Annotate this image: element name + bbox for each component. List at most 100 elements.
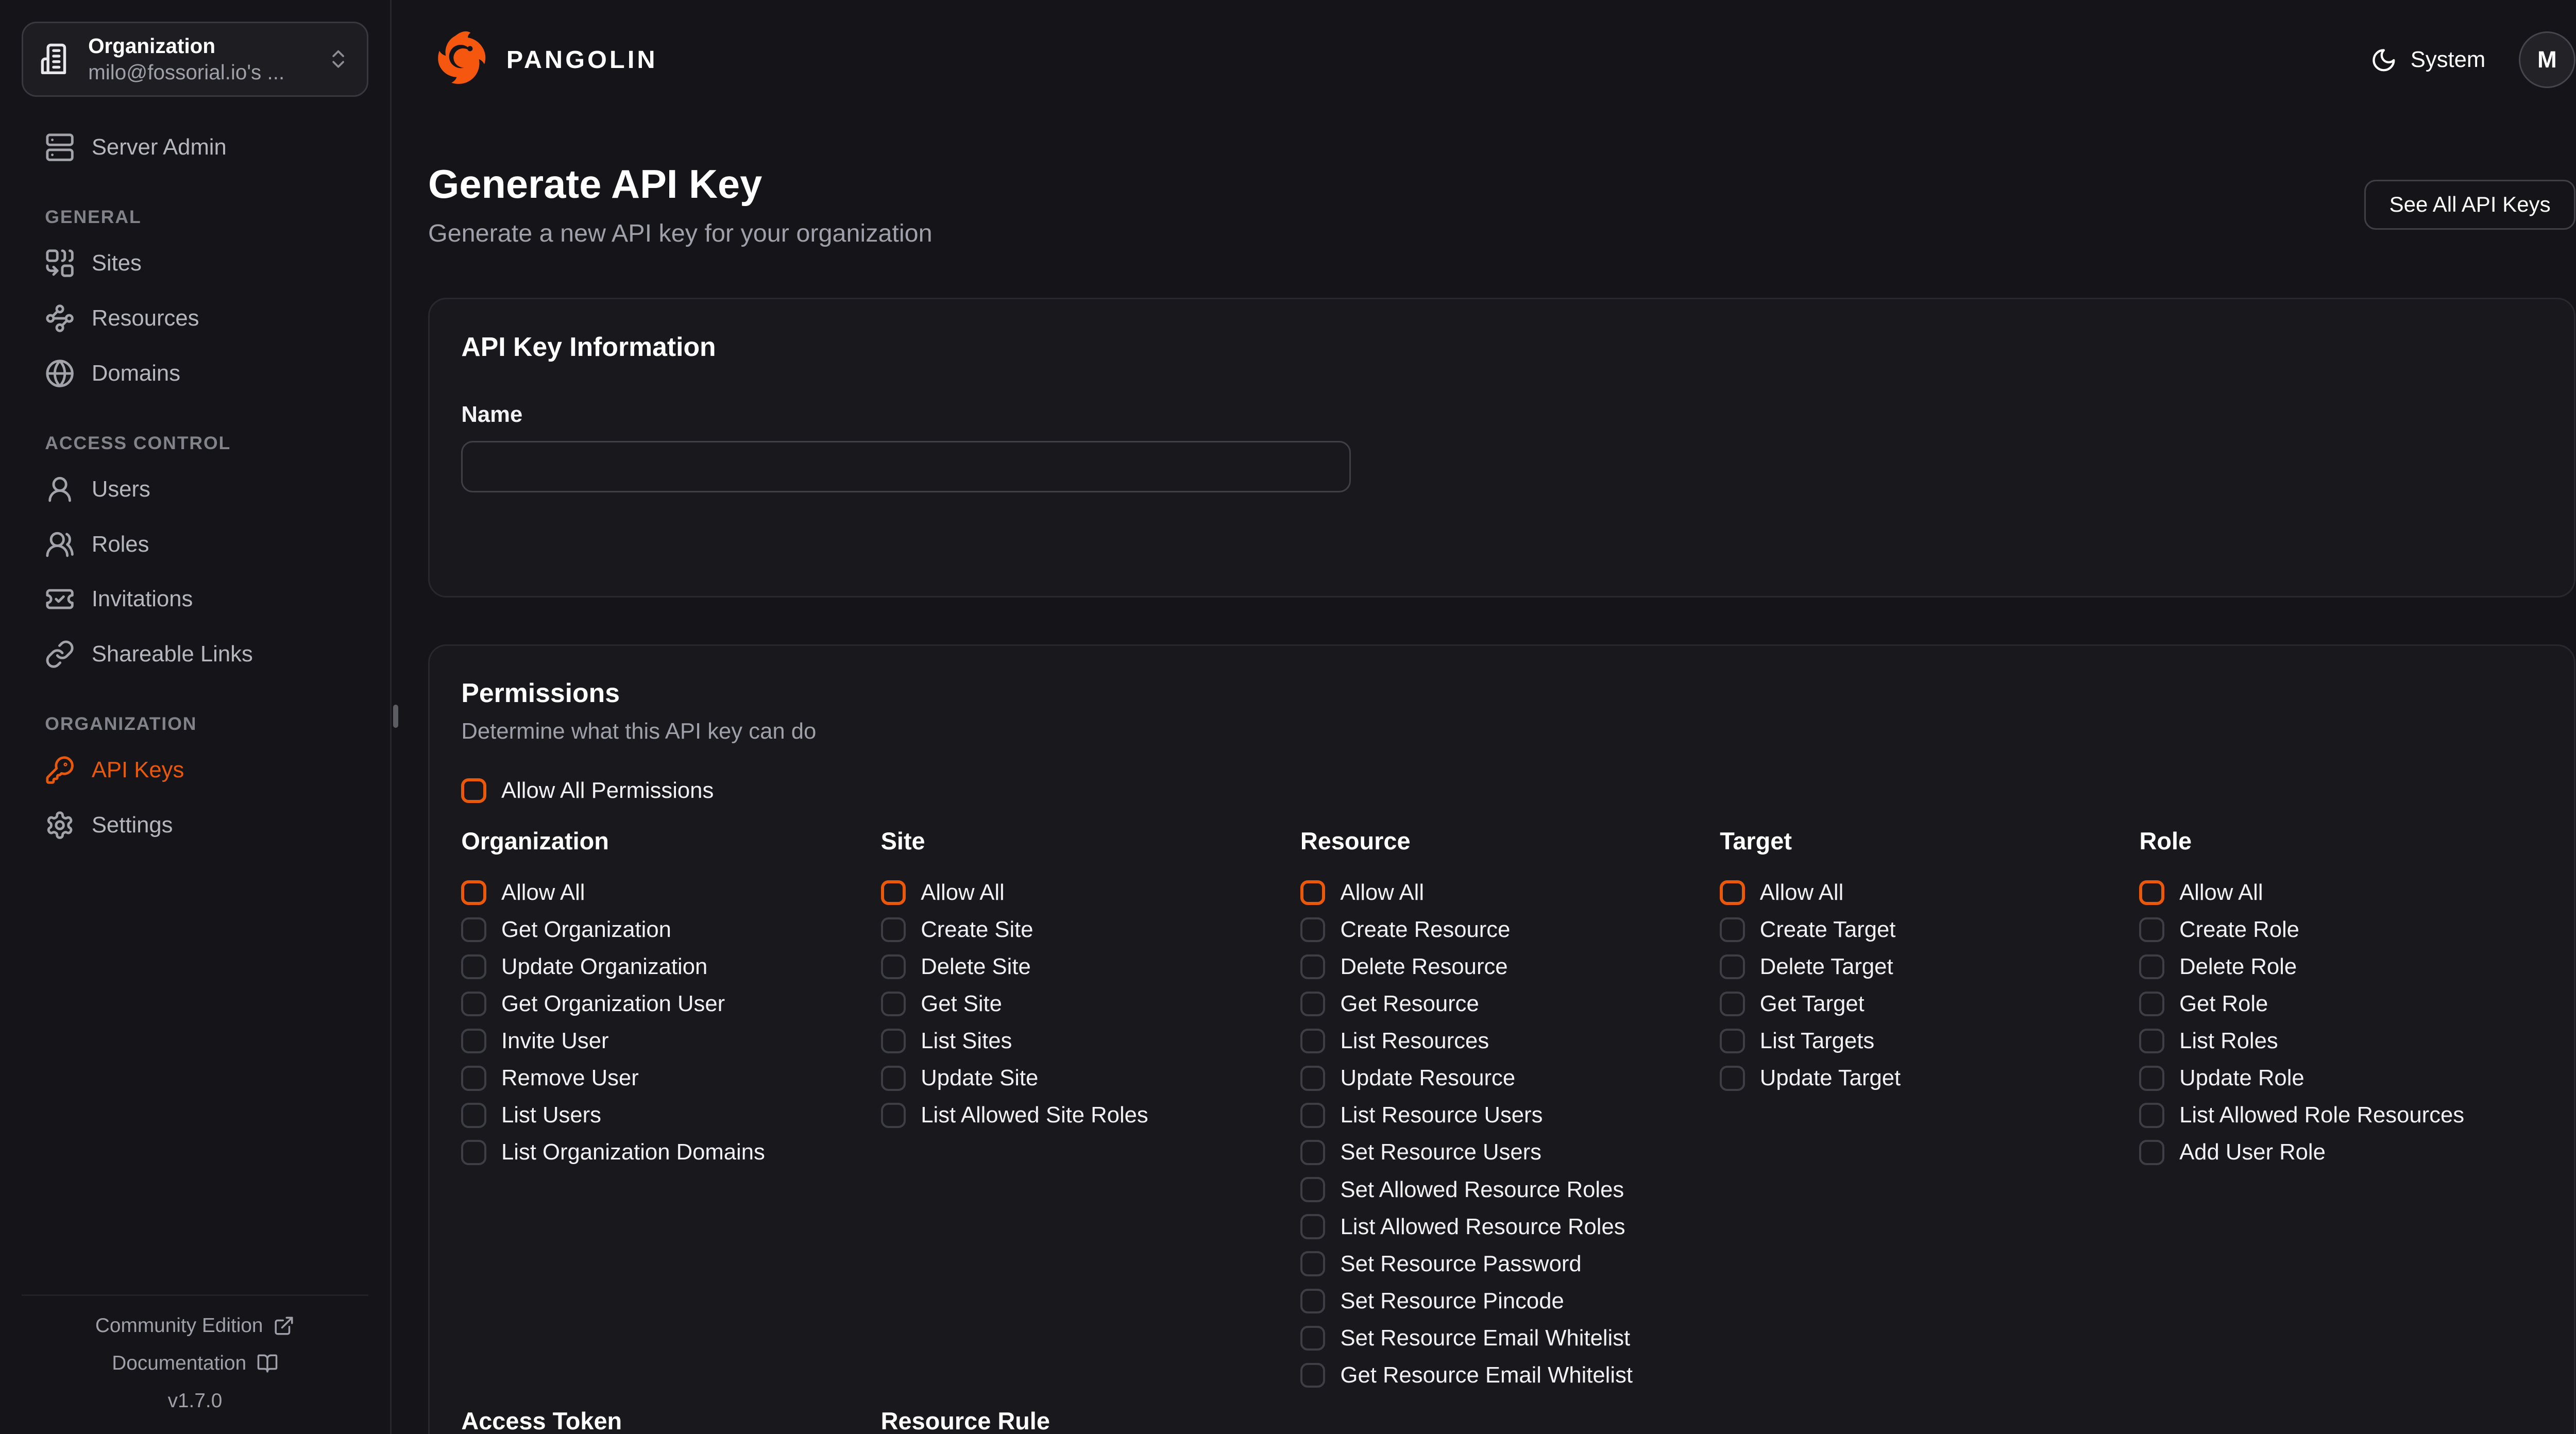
checkbox-icon[interactable] [1720, 1029, 1745, 1054]
checkbox-icon[interactable] [461, 992, 486, 1017]
checkbox-icon[interactable] [2139, 1103, 2164, 1128]
permission-checkbox-row[interactable]: Get Site [881, 985, 1284, 1022]
sidebar-item-roles[interactable]: Roles [22, 517, 368, 572]
checkbox-icon[interactable] [1300, 1289, 1326, 1314]
checkbox-icon[interactable] [2139, 1140, 2164, 1165]
permission-checkbox-row[interactable]: Get Target [1720, 985, 2123, 1022]
checkbox-icon[interactable] [2139, 880, 2164, 906]
checkbox-icon[interactable] [1300, 954, 1326, 980]
sidebar-scrollbar-thumb[interactable] [393, 705, 398, 728]
permission-checkbox-row[interactable]: List Roles [2139, 1022, 2542, 1060]
permission-checkbox-row[interactable]: Invite User [461, 1022, 864, 1060]
checkbox-icon[interactable] [1300, 992, 1326, 1017]
checkbox-icon[interactable] [461, 917, 486, 943]
permission-checkbox-row[interactable]: Create Site [881, 911, 1284, 948]
sidebar-item-api-keys[interactable]: API Keys [22, 743, 368, 798]
permission-checkbox-row[interactable]: Get Resource Email Whitelist [1300, 1357, 1703, 1394]
sidebar-item-settings[interactable]: Settings [22, 798, 368, 853]
permission-checkbox-row[interactable]: Allow All [1720, 874, 2123, 911]
checkbox-icon[interactable] [881, 880, 906, 906]
permission-checkbox-row[interactable]: Delete Resource [1300, 948, 1703, 985]
checkbox-icon[interactable] [881, 917, 906, 943]
see-all-api-keys-button[interactable]: See All API Keys [2364, 180, 2575, 230]
permission-checkbox-row[interactable]: Create Resource [1300, 911, 1703, 948]
theme-toggle[interactable]: System [2370, 47, 2485, 74]
permission-checkbox-row[interactable]: Get Resource [1300, 985, 1703, 1022]
checkbox-icon[interactable] [881, 1066, 906, 1091]
checkbox-icon[interactable] [2139, 1029, 2164, 1054]
permission-checkbox-row[interactable]: Update Site [881, 1060, 1284, 1097]
permission-checkbox-row[interactable]: Add User Role [2139, 1134, 2542, 1171]
checkbox-icon[interactable] [461, 778, 486, 804]
checkbox-icon[interactable] [881, 1103, 906, 1128]
checkbox-icon[interactable] [1300, 1326, 1326, 1351]
permission-checkbox-row[interactable]: Get Organization User [461, 985, 864, 1022]
permission-checkbox-row[interactable]: Set Resource Users [1300, 1134, 1703, 1171]
permission-checkbox-row[interactable]: Allow All [1300, 874, 1703, 911]
permission-checkbox-row[interactable]: Allow All [2139, 874, 2542, 911]
permission-checkbox-row[interactable]: Allow All [881, 874, 1284, 911]
checkbox-icon[interactable] [1720, 880, 1745, 906]
permission-checkbox-row[interactable]: Update Resource [1300, 1060, 1703, 1097]
checkbox-icon[interactable] [1300, 880, 1326, 906]
brand[interactable]: PANGOLIN [430, 28, 657, 92]
permission-checkbox-row[interactable]: Allow All [461, 874, 864, 911]
permission-checkbox-row[interactable]: Create Target [1720, 911, 2123, 948]
permission-checkbox-row[interactable]: Update Role [2139, 1060, 2542, 1097]
permission-checkbox-row[interactable]: List Allowed Site Roles [881, 1097, 1284, 1134]
permission-checkbox-row[interactable]: Get Role [2139, 985, 2542, 1022]
checkbox-icon[interactable] [1720, 954, 1745, 980]
organization-selector[interactable]: Organization milo@fossorial.io's ... [22, 22, 368, 97]
permission-checkbox-row[interactable]: List Organization Domains [461, 1134, 864, 1171]
checkbox-icon[interactable] [1300, 1363, 1326, 1388]
permission-checkbox-row[interactable]: Update Organization [461, 948, 864, 985]
checkbox-icon[interactable] [461, 954, 486, 980]
checkbox-icon[interactable] [1300, 1251, 1326, 1276]
checkbox-icon[interactable] [881, 992, 906, 1017]
sidebar-item-users[interactable]: Users [22, 462, 368, 517]
permission-checkbox-row[interactable]: List Allowed Role Resources [2139, 1097, 2542, 1134]
sidebar-item-resources[interactable]: Resources [22, 291, 368, 346]
checkbox-icon[interactable] [2139, 992, 2164, 1017]
sidebar-item-shareable-links[interactable]: Shareable Links [22, 627, 368, 682]
checkbox-icon[interactable] [1300, 1214, 1326, 1239]
permission-checkbox-row[interactable]: Delete Site [881, 948, 1284, 985]
checkbox-icon[interactable] [461, 1103, 486, 1128]
permission-checkbox-row[interactable]: List Resource Users [1300, 1097, 1703, 1134]
sidebar-item-domains[interactable]: Domains [22, 346, 368, 401]
checkbox-icon[interactable] [1300, 1140, 1326, 1165]
permission-checkbox-row[interactable]: Get Organization [461, 911, 864, 948]
documentation-link[interactable]: Documentation [112, 1352, 278, 1375]
checkbox-icon[interactable] [2139, 1066, 2164, 1091]
name-input[interactable] [461, 441, 1351, 492]
sidebar-item-sites[interactable]: Sites [22, 236, 368, 291]
permission-checkbox-row[interactable]: List Targets [1720, 1022, 2123, 1060]
permission-checkbox-row[interactable]: Remove User [461, 1060, 864, 1097]
permission-checkbox-row[interactable]: List Resources [1300, 1022, 1703, 1060]
avatar[interactable]: M [2519, 31, 2575, 88]
sidebar-item-server-admin[interactable]: Server Admin [22, 120, 368, 175]
checkbox-icon[interactable] [1300, 917, 1326, 943]
permission-checkbox-row[interactable]: Create Role [2139, 911, 2542, 948]
permission-checkbox-row[interactable]: Set Resource Pincode [1300, 1283, 1703, 1320]
checkbox-icon[interactable] [881, 954, 906, 980]
checkbox-icon[interactable] [461, 1140, 486, 1165]
permission-checkbox-row[interactable]: Set Resource Password [1300, 1245, 1703, 1283]
checkbox-icon[interactable] [1720, 1066, 1745, 1091]
permission-checkbox-row[interactable]: Set Allowed Resource Roles [1300, 1171, 1703, 1208]
checkbox-icon[interactable] [2139, 954, 2164, 980]
checkbox-icon[interactable] [1300, 1103, 1326, 1128]
permission-checkbox-row[interactable]: Set Resource Email Whitelist [1300, 1320, 1703, 1357]
permission-checkbox-row[interactable]: Delete Role [2139, 948, 2542, 985]
checkbox-icon[interactable] [1720, 917, 1745, 943]
permission-checkbox-row[interactable]: Update Target [1720, 1060, 2123, 1097]
checkbox-icon[interactable] [1300, 1066, 1326, 1091]
permission-checkbox-row[interactable]: List Users [461, 1097, 864, 1134]
checkbox-icon[interactable] [461, 1029, 486, 1054]
checkbox-icon[interactable] [1720, 992, 1745, 1017]
checkbox-icon[interactable] [1300, 1029, 1326, 1054]
permission-checkbox-row[interactable]: List Allowed Resource Roles [1300, 1208, 1703, 1245]
checkbox-icon[interactable] [2139, 917, 2164, 943]
allow-all-permissions-row[interactable]: Allow All Permissions [461, 774, 2542, 808]
community-edition-link[interactable]: Community Edition [95, 1314, 295, 1337]
